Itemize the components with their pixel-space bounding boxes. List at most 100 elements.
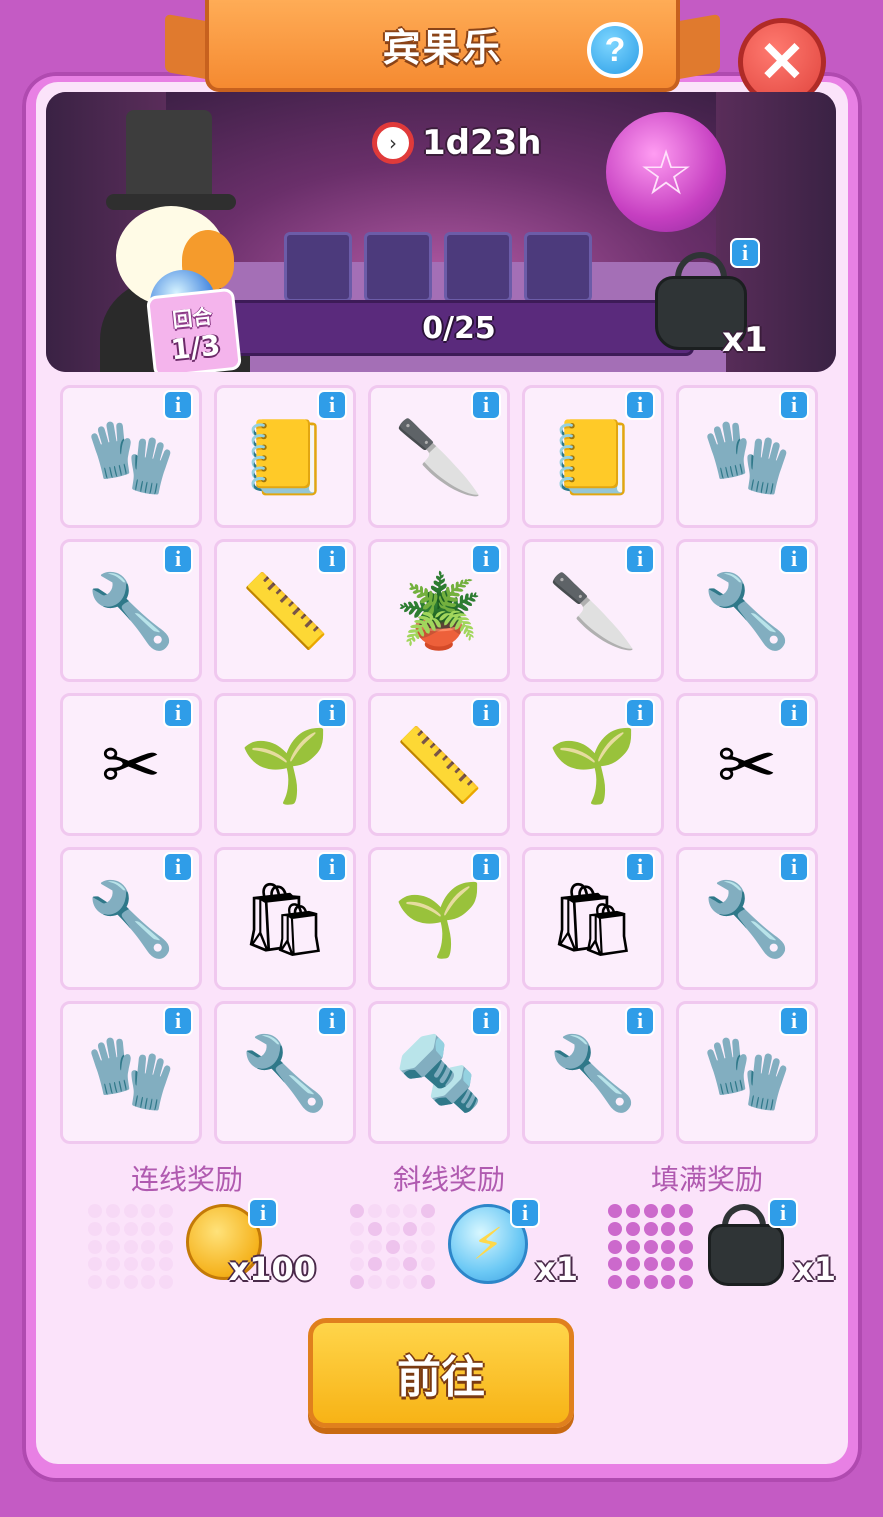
info-icon[interactable]: i [510, 1198, 540, 1228]
bingo-cell[interactable]: 📒 i [214, 385, 356, 528]
seedling-jar-icon: 🌱 [240, 722, 330, 807]
pattern-dot [105, 1221, 120, 1236]
info-icon[interactable]: i [471, 544, 501, 574]
bingo-cell[interactable]: 🔪 i [368, 385, 510, 528]
pattern-dot [385, 1275, 400, 1290]
bingo-cell[interactable]: 🔧 i [676, 539, 818, 682]
pattern-dot [159, 1275, 174, 1290]
info-icon[interactable]: i [768, 1198, 798, 1228]
help-button[interactable]: ? [587, 22, 643, 78]
round-value: 1/3 [169, 328, 222, 367]
info-icon[interactable]: i [471, 698, 501, 728]
pattern-dot [643, 1257, 658, 1272]
bingo-cell[interactable]: 🪴 i [368, 539, 510, 682]
info-icon[interactable]: i [317, 390, 347, 420]
bingo-cell[interactable]: ✂ i [60, 693, 202, 836]
potted-plant-icon: 🪴 [394, 568, 484, 653]
bingo-cell[interactable]: 🌱 i [368, 847, 510, 990]
pattern-dot [608, 1257, 622, 1272]
pattern-dot [350, 1204, 364, 1218]
pattern-dot [385, 1221, 400, 1236]
bingo-cell[interactable]: 🔧 i [60, 847, 202, 990]
tarot-card [284, 232, 352, 302]
info-icon[interactable]: i [163, 1006, 193, 1036]
bingo-cell[interactable]: 🔧 i [522, 1001, 664, 1144]
info-icon[interactable]: i [317, 852, 347, 882]
bingo-cell[interactable]: 🛍 i [214, 847, 356, 990]
bingo-cell[interactable]: 🔧 i [676, 847, 818, 990]
bingo-cell[interactable]: 🌱 i [214, 693, 356, 836]
pattern-dot [367, 1239, 382, 1254]
pattern-dot [141, 1257, 156, 1272]
info-icon[interactable]: i [163, 544, 193, 574]
pattern-dot [625, 1221, 640, 1236]
bag-body [708, 1224, 784, 1286]
info-icon[interactable]: i [163, 390, 193, 420]
info-icon[interactable]: i [163, 698, 193, 728]
info-icon[interactable]: i [779, 852, 809, 882]
bingo-cell[interactable]: 📒 i [522, 385, 664, 528]
bingo-cell[interactable]: 🧤 i [60, 1001, 202, 1144]
bingo-cell[interactable]: 🔪 i [522, 539, 664, 682]
gloves-icon: 🧤 [86, 1030, 176, 1115]
info-icon[interactable]: i [471, 1006, 501, 1036]
info-icon[interactable]: i [625, 390, 655, 420]
star-orb-icon: ☆ [606, 112, 726, 232]
seed-packet-icon: 📒 [548, 414, 638, 499]
bingo-cell[interactable]: 🔧 i [214, 1001, 356, 1144]
info-icon[interactable]: i [317, 1006, 347, 1036]
info-icon[interactable]: i [317, 544, 347, 574]
close-icon: ✕ [758, 30, 806, 93]
info-icon[interactable]: i [779, 544, 809, 574]
bingo-cell[interactable]: 🧤 i [676, 385, 818, 528]
bingo-cell[interactable]: 🛍 i [522, 847, 664, 990]
pattern-dot [625, 1239, 640, 1254]
info-icon[interactable]: i [779, 390, 809, 420]
top-hat-icon [126, 110, 212, 200]
bingo-cell[interactable]: 🔩 i [368, 1001, 510, 1144]
pattern-dot [643, 1204, 658, 1218]
pattern-dot [367, 1257, 382, 1272]
go-button-label: 前往 [397, 1352, 485, 1403]
gloves-icon: 🧤 [702, 1030, 792, 1115]
bingo-cell[interactable]: 🧤 i [676, 1001, 818, 1144]
info-icon[interactable]: i [625, 698, 655, 728]
bingo-cell[interactable]: 📏 i [368, 693, 510, 836]
bingo-cell[interactable]: ✂ i [676, 693, 818, 836]
full-pattern-icon [608, 1204, 694, 1290]
pattern-dot [88, 1221, 102, 1236]
pliers-icon: ✂ [716, 722, 778, 807]
wrench-icon: 🔧 [702, 568, 792, 653]
bingo-cell[interactable]: 📏 i [214, 539, 356, 682]
go-button[interactable]: 前往 [308, 1318, 574, 1428]
info-icon[interactable]: i [779, 698, 809, 728]
pattern-dot [661, 1221, 676, 1236]
info-icon[interactable]: i [471, 390, 501, 420]
countdown-timer: › 1d23h [372, 122, 542, 164]
info-icon[interactable]: i [625, 852, 655, 882]
info-icon[interactable]: i [248, 1198, 278, 1228]
pattern-dot [123, 1204, 138, 1218]
reward-count: x1 [793, 1250, 836, 1288]
bingo-cell[interactable]: 🌱 i [522, 693, 664, 836]
info-icon[interactable]: i [317, 698, 347, 728]
info-icon[interactable]: i [471, 852, 501, 882]
pattern-dot [661, 1239, 676, 1254]
seedling-jar-icon: 🌱 [548, 722, 638, 807]
pattern-dot [350, 1275, 364, 1290]
info-icon[interactable]: i [625, 544, 655, 574]
pattern-dot [88, 1257, 102, 1272]
bingo-cell[interactable]: 🔧 i [60, 539, 202, 682]
tarot-card [364, 232, 432, 302]
bingo-grid: 🧤 i 📒 i 🔪 i 📒 i 🧤 i 🔧 i 📏 i 🪴 i 🔪 i 🔧 i ✂ i 🌱 i 📏 i 🌱 i ✂ i 🔧 i 🛍 i 🌱 i 🛍 i 🔧 i… [60, 385, 824, 1150]
info-icon[interactable]: i [730, 238, 760, 268]
info-icon[interactable]: i [779, 1006, 809, 1036]
bingo-cell[interactable]: 🧤 i [60, 385, 202, 528]
gloves-icon: 🧤 [86, 414, 176, 499]
info-icon[interactable]: i [625, 1006, 655, 1036]
pattern-dot [403, 1239, 418, 1254]
pattern-dot [123, 1221, 138, 1236]
pattern-dot [385, 1204, 400, 1218]
info-icon[interactable]: i [163, 852, 193, 882]
tarot-card [524, 232, 592, 302]
